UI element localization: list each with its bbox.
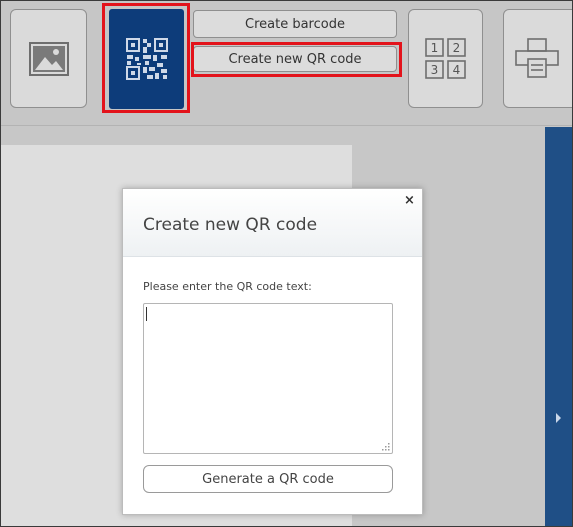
dialog-title: Create new QR code [143,215,318,235]
app-window: Create barcode Create new QR code 1 2 3 … [0,0,573,527]
grid-number-4: 4 [452,63,460,77]
create-qr-highlight [191,42,402,77]
print-button[interactable] [503,9,572,108]
grid-number-1: 1 [430,41,438,55]
resize-grip-icon[interactable] [382,443,390,451]
create-qr-dialog: Create new QR code × Please enter the QR… [122,188,423,515]
printer-icon [515,37,559,78]
grid-number-3: 3 [430,63,438,77]
layout-grid-button[interactable]: 1 2 3 4 [408,9,483,108]
qr-tool-highlight [102,3,190,113]
grid-number-2: 2 [452,41,460,55]
insert-image-button[interactable] [10,9,87,108]
text-caret [146,307,147,321]
create-barcode-button[interactable]: Create barcode [193,10,397,38]
expand-arrow-icon[interactable] [556,413,561,423]
close-icon[interactable]: × [404,193,415,208]
qr-text-input[interactable] [143,303,393,454]
side-panel[interactable] [545,127,572,526]
image-icon [28,41,69,76]
qr-text-label: Please enter the QR code text: [143,280,312,293]
numbered-grid-icon: 1 2 3 4 [424,37,466,79]
dialog-header: Create new QR code × [123,189,422,257]
generate-qr-button[interactable]: Generate a QR code [143,465,393,493]
toolbar: Create barcode Create new QR code 1 2 3 … [1,1,572,126]
